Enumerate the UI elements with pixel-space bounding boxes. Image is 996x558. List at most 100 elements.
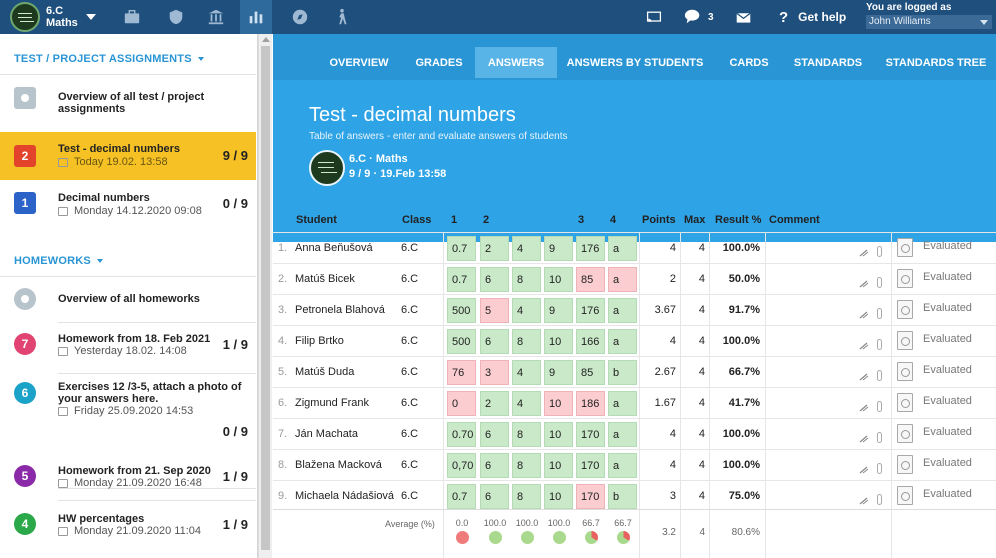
col-header-class[interactable]: Class bbox=[402, 214, 431, 226]
attachment-icon[interactable] bbox=[877, 277, 882, 288]
col-header-points[interactable]: Points bbox=[642, 214, 676, 226]
tab-cards[interactable]: CARDS bbox=[721, 47, 777, 78]
answer-cell[interactable]: 4 bbox=[512, 360, 541, 385]
answer-cell[interactable]: 10 bbox=[544, 484, 573, 509]
shield-icon[interactable] bbox=[160, 0, 192, 34]
answer-cell[interactable]: 2 bbox=[480, 236, 509, 261]
answer-cell[interactable]: 6 bbox=[480, 329, 509, 354]
answer-cell[interactable]: 176 bbox=[576, 298, 605, 323]
pencil-icon[interactable] bbox=[859, 249, 869, 257]
document-icon[interactable] bbox=[897, 238, 913, 257]
answer-cell[interactable]: a bbox=[608, 422, 637, 447]
bank-icon[interactable] bbox=[200, 0, 232, 34]
answer-cell[interactable]: b bbox=[608, 484, 637, 509]
class-switcher[interactable]: 6.C Maths bbox=[0, 0, 112, 34]
tests-section-title[interactable]: TEST / PROJECT ASSIGNMENTS bbox=[14, 53, 204, 65]
sidebar-item-homework-21-sep[interactable]: 5 Homework from 21. Sep 2020 Monday 21.0… bbox=[0, 458, 256, 500]
answer-cell[interactable]: 6 bbox=[480, 267, 509, 292]
answer-cell[interactable]: 170 bbox=[576, 422, 605, 447]
sidebar-item-exercises-12[interactable]: 6 Exercises 12 /3-5, attach a photo of y… bbox=[0, 374, 256, 462]
messages-button[interactable]: 3 bbox=[684, 0, 714, 34]
mail-icon[interactable] bbox=[735, 0, 752, 34]
cast-icon[interactable] bbox=[646, 0, 662, 34]
answer-cell[interactable]: 4 bbox=[512, 298, 541, 323]
answer-cell[interactable]: 4 bbox=[512, 236, 541, 261]
homeworks-section-title[interactable]: HOMEWORKS bbox=[14, 255, 103, 267]
document-icon[interactable] bbox=[897, 393, 913, 412]
answer-cell[interactable]: a bbox=[608, 391, 637, 416]
scrollbar-thumb[interactable] bbox=[261, 46, 270, 550]
sidebar-scrollbar[interactable] bbox=[258, 34, 272, 558]
compass-icon[interactable] bbox=[284, 0, 316, 34]
answer-cell[interactable]: 0,70 bbox=[447, 453, 476, 478]
answer-cell[interactable]: a bbox=[608, 298, 637, 323]
student-name[interactable]: Anna Beňušová bbox=[295, 242, 373, 254]
answer-cell[interactable]: 170 bbox=[576, 453, 605, 478]
document-icon[interactable] bbox=[897, 300, 913, 319]
answer-cell[interactable]: 8 bbox=[512, 267, 541, 292]
answer-cell[interactable]: 6 bbox=[480, 484, 509, 509]
sidebar-item-decimal-numbers[interactable]: 1 Decimal numbers Monday 14.12.2020 09:0… bbox=[0, 180, 256, 226]
answer-cell[interactable]: 8 bbox=[512, 422, 541, 447]
student-name[interactable]: Matúš Bicek bbox=[295, 273, 355, 285]
answer-cell[interactable]: 10 bbox=[544, 422, 573, 447]
document-icon[interactable] bbox=[897, 331, 913, 350]
attachment-icon[interactable] bbox=[877, 370, 882, 381]
student-name[interactable]: Blažena Macková bbox=[295, 459, 382, 471]
answer-cell[interactable]: 2 bbox=[480, 391, 509, 416]
answer-cell[interactable]: 166 bbox=[576, 329, 605, 354]
student-name[interactable]: Matúš Duda bbox=[295, 366, 354, 378]
answer-cell[interactable]: 0.7 bbox=[447, 484, 476, 509]
pencil-icon[interactable] bbox=[859, 466, 869, 474]
briefcase-icon[interactable] bbox=[116, 0, 148, 34]
attachment-icon[interactable] bbox=[877, 401, 882, 412]
sidebar-item-homework-18-feb[interactable]: 7 Homework from 18. Feb 2021 Yesterday 1… bbox=[0, 323, 256, 365]
document-icon[interactable] bbox=[897, 362, 913, 381]
student-name[interactable]: Michaela Nádašiová bbox=[295, 490, 394, 502]
answer-cell[interactable]: 10 bbox=[544, 391, 573, 416]
answer-cell[interactable]: 10 bbox=[544, 329, 573, 354]
answer-cell[interactable]: 6 bbox=[480, 453, 509, 478]
answer-cell[interactable]: 500 bbox=[447, 329, 476, 354]
answer-cell[interactable]: 76 bbox=[447, 360, 476, 385]
attachment-icon[interactable] bbox=[877, 339, 882, 350]
attachment-icon[interactable] bbox=[877, 463, 882, 474]
answer-cell[interactable]: 8 bbox=[512, 484, 541, 509]
document-icon[interactable] bbox=[897, 455, 913, 474]
pencil-icon[interactable] bbox=[859, 435, 869, 443]
tab-standards-tree[interactable]: STANDARDS TREE bbox=[881, 47, 991, 78]
document-icon[interactable] bbox=[897, 424, 913, 443]
answer-cell[interactable]: 0.70 bbox=[447, 422, 476, 447]
answer-cell[interactable]: 0.7 bbox=[447, 236, 476, 261]
answer-cell[interactable]: 9 bbox=[544, 236, 573, 261]
col-header-result[interactable]: Result % bbox=[715, 214, 761, 226]
hiking-icon[interactable] bbox=[326, 0, 358, 34]
scroll-up-icon[interactable] bbox=[262, 37, 270, 42]
help-button[interactable]: ? Get help bbox=[779, 0, 846, 34]
answer-cell[interactable]: 9 bbox=[544, 298, 573, 323]
pencil-icon[interactable] bbox=[859, 280, 869, 288]
answer-cell[interactable]: a bbox=[608, 453, 637, 478]
answer-cell[interactable]: 8 bbox=[512, 329, 541, 354]
answer-cell[interactable]: 0.7 bbox=[447, 267, 476, 292]
attachment-icon[interactable] bbox=[877, 246, 882, 257]
answer-cell[interactable]: a bbox=[608, 329, 637, 354]
answer-cell[interactable]: 186 bbox=[576, 391, 605, 416]
sidebar-item-hw-percentages[interactable]: 4 HW percentages Monday 21.09.2020 11:04… bbox=[0, 506, 256, 548]
answer-cell[interactable]: 6 bbox=[480, 422, 509, 447]
answer-cell[interactable]: 9 bbox=[544, 360, 573, 385]
student-name[interactable]: Petronela Blahová bbox=[295, 304, 385, 316]
answer-cell[interactable]: 3 bbox=[480, 360, 509, 385]
answer-cell[interactable]: 176 bbox=[576, 236, 605, 261]
attachment-icon[interactable] bbox=[877, 494, 882, 505]
answer-cell[interactable]: 500 bbox=[447, 298, 476, 323]
attachment-icon[interactable] bbox=[877, 308, 882, 319]
answer-cell[interactable]: 10 bbox=[544, 453, 573, 478]
document-icon[interactable] bbox=[897, 269, 913, 288]
document-icon[interactable] bbox=[897, 486, 913, 505]
answer-cell[interactable]: 4 bbox=[512, 391, 541, 416]
tab-standards[interactable]: STANDARDS bbox=[787, 47, 869, 78]
answer-cell[interactable]: b bbox=[608, 360, 637, 385]
answer-cell[interactable]: 85 bbox=[576, 267, 605, 292]
answer-cell[interactable]: 85 bbox=[576, 360, 605, 385]
